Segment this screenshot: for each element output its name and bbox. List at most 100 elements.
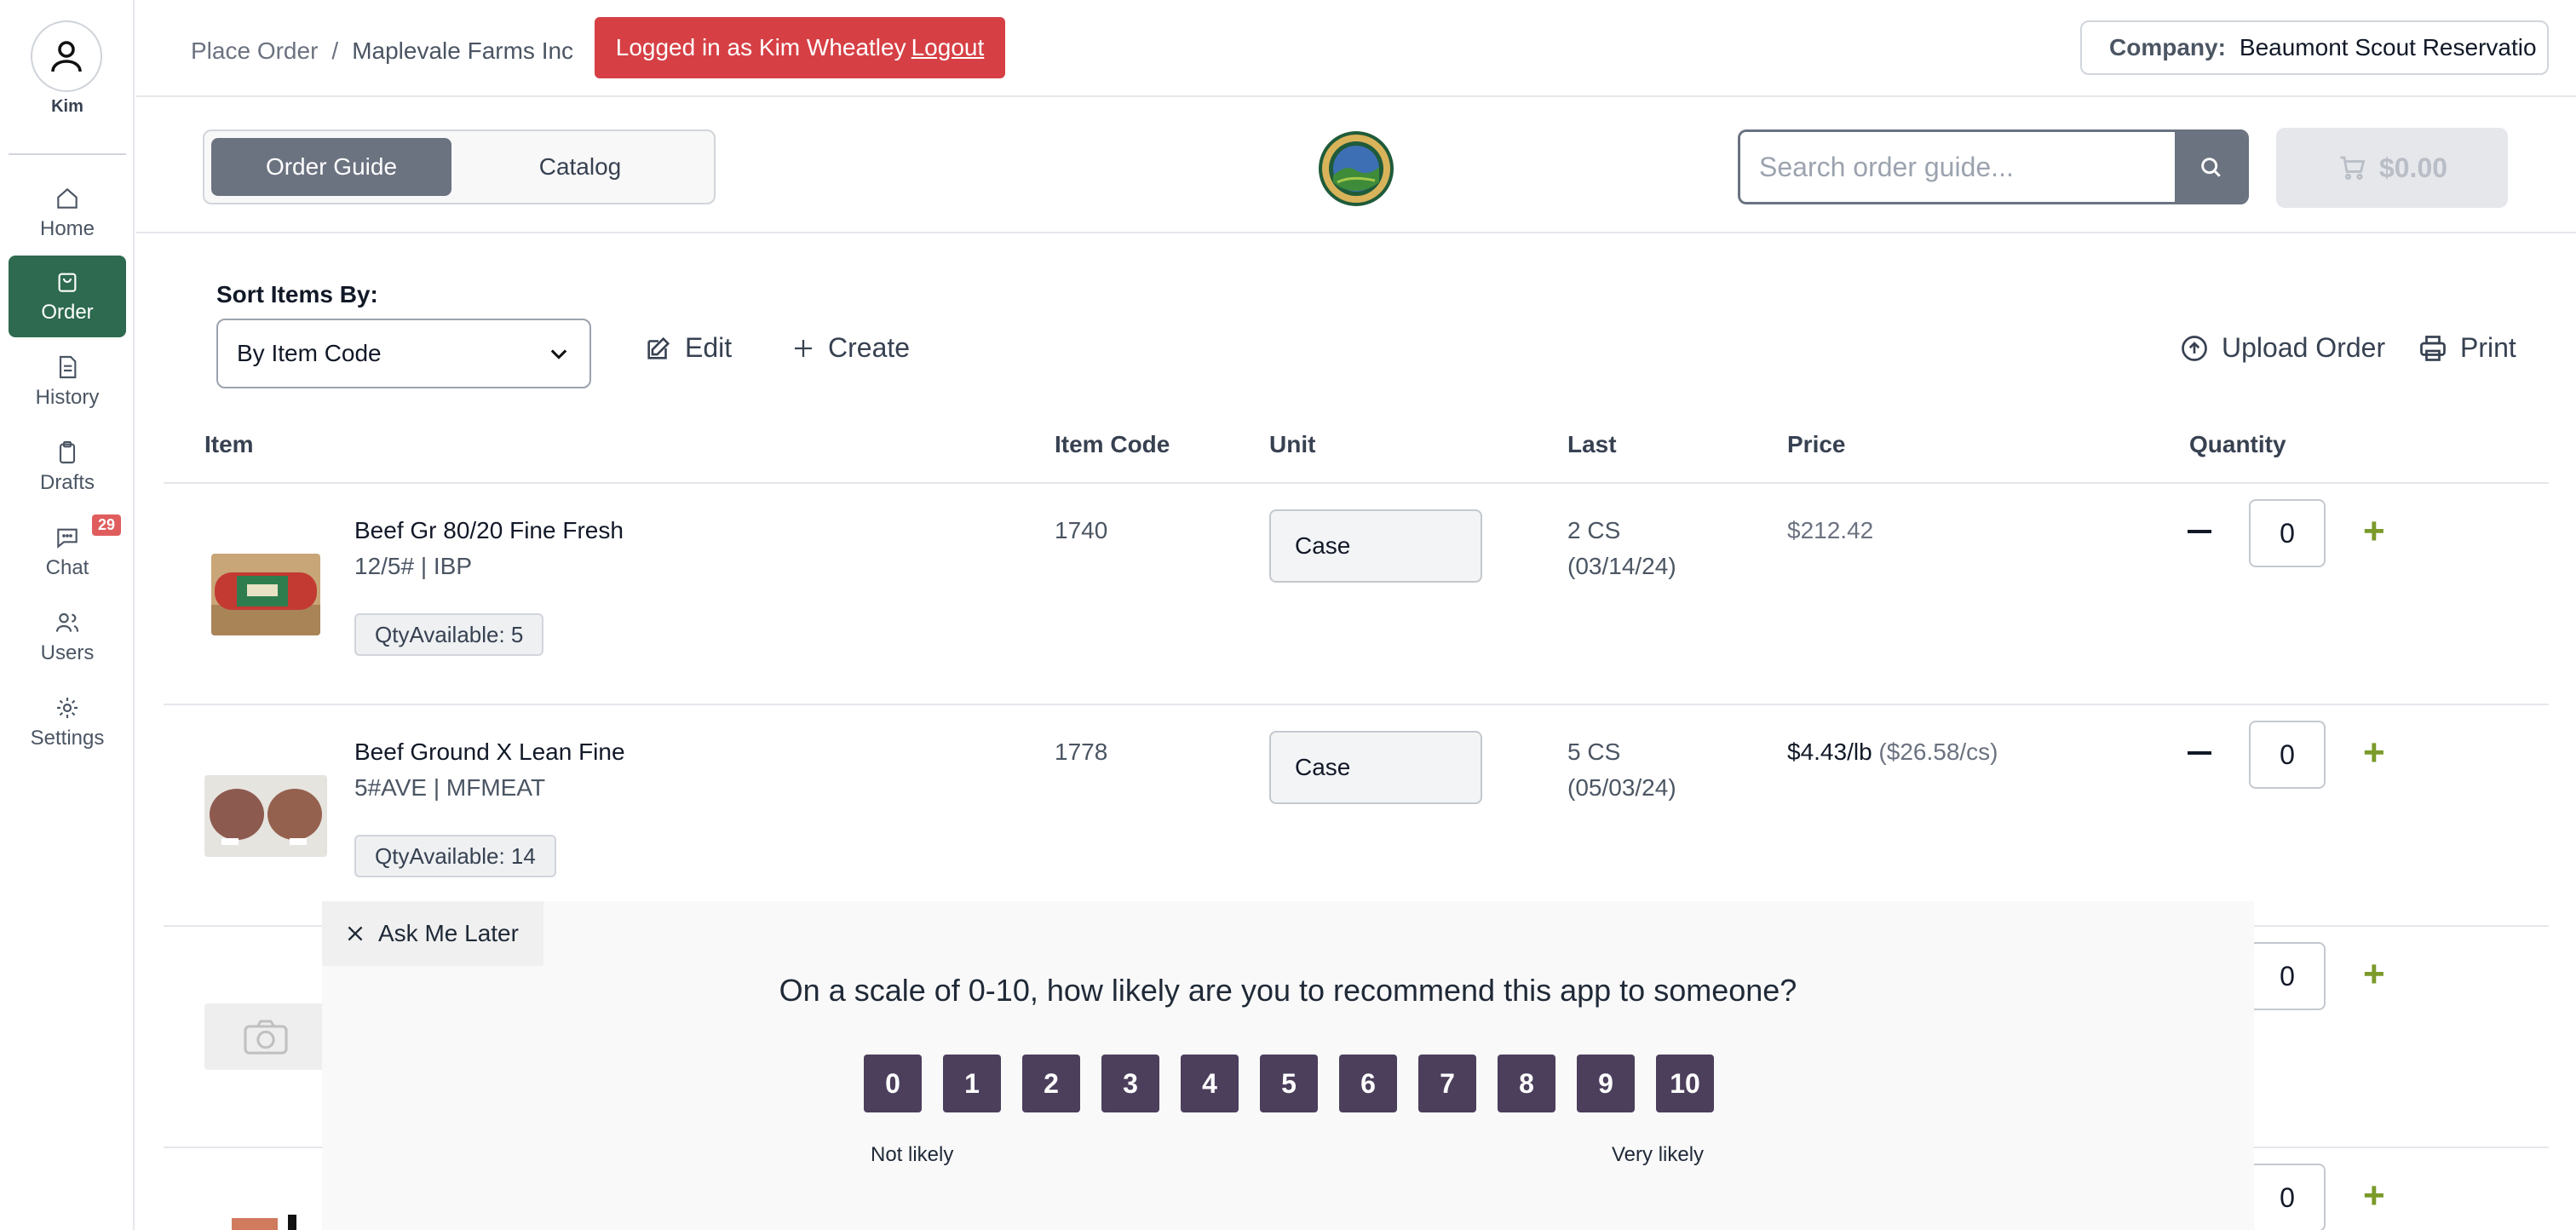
document-icon: [59, 355, 77, 379]
company-value: Beaumont Scout Reservatio: [2239, 34, 2537, 60]
score-button-4[interactable]: 4: [1181, 1055, 1239, 1112]
sidebar-item-label: Users: [40, 641, 95, 664]
search-input[interactable]: [1740, 132, 2175, 202]
sidebar-item-label: Order: [41, 301, 94, 324]
search-icon: [2201, 158, 2221, 177]
profile-name: Kim: [51, 97, 83, 116]
column-header-item: Item: [204, 431, 254, 457]
create-label: Create: [828, 332, 911, 363]
tab-order-guide[interactable]: Order Guide: [211, 138, 451, 196]
qty-available-badge: QtyAvailable: 5: [354, 613, 544, 656]
item-price: $212.42: [1787, 517, 1874, 543]
last-order-date: (03/14/24): [1567, 553, 1676, 579]
sidebar-item-chat[interactable]: Chat 29: [9, 511, 126, 593]
case-price: ($26.58/cs): [1878, 739, 1998, 765]
ask-me-later-button[interactable]: Ask Me Later: [322, 901, 543, 966]
column-header-item-code: Item Code: [1055, 431, 1170, 457]
item-code: 1778: [1055, 739, 1108, 765]
decrement-button[interactable]: [2188, 530, 2211, 533]
score-button-9[interactable]: 9: [1577, 1055, 1635, 1112]
score-button-3[interactable]: 3: [1101, 1055, 1159, 1112]
sidebar-item-drafts[interactable]: Drafts: [9, 426, 126, 508]
sidebar-item-users[interactable]: Users: [9, 596, 126, 678]
increment-button[interactable]: +: [2363, 1177, 2385, 1215]
breadcrumb-place-order[interactable]: Place Order: [191, 37, 318, 65]
sort-label: Sort Items By:: [216, 281, 378, 308]
score-button-7[interactable]: 7: [1418, 1055, 1476, 1112]
create-button[interactable]: Create: [791, 332, 910, 364]
print-button[interactable]: Print: [2418, 332, 2516, 364]
profile-avatar[interactable]: [31, 20, 102, 92]
sidebar-item-home[interactable]: Home: [9, 172, 126, 254]
placeholder-image[interactable]: [204, 1003, 327, 1070]
logout-link[interactable]: Logout: [911, 34, 985, 61]
upload-icon: [2182, 335, 2207, 361]
column-header-price: Price: [1787, 431, 1846, 457]
top-bar: Place Order / Maplevale Farms Inc Logged…: [136, 0, 2576, 97]
score-button-1[interactable]: 1: [943, 1055, 1001, 1112]
sidebar-item-label: Settings: [30, 727, 105, 750]
decrement-button[interactable]: [2188, 751, 2211, 755]
column-header-last: Last: [1567, 431, 1617, 457]
item-name[interactable]: Beef Ground X Lean Fine: [354, 734, 625, 770]
nps-survey-panel: Ask Me Later On a scale of 0-10, how lik…: [322, 901, 2254, 1230]
cart-icon: [2340, 156, 2366, 181]
quantity-input[interactable]: 0: [2249, 942, 2326, 1010]
company-selector[interactable]: Company: Beaumont Scout Reservatio: [2080, 20, 2549, 75]
item-name[interactable]: Beef Gr 80/20 Fine Fresh: [354, 513, 624, 549]
home-icon: [57, 187, 78, 209]
tab-catalog[interactable]: Catalog: [460, 138, 700, 196]
clipboard-icon: [59, 440, 76, 464]
cart-total: $0.00: [2378, 152, 2448, 183]
chat-unread-badge: 29: [92, 514, 122, 536]
sidebar-item-history[interactable]: History: [9, 341, 126, 422]
ask-me-later-label: Ask Me Later: [378, 920, 519, 946]
increment-button[interactable]: +: [2363, 734, 2385, 772]
last-order-qty: 2 CS: [1567, 517, 1621, 543]
score-button-6[interactable]: 6: [1339, 1055, 1397, 1112]
close-icon: [348, 926, 363, 941]
quantity-input[interactable]: 0: [2249, 721, 2326, 789]
survey-question: On a scale of 0-10, how likely are you t…: [779, 973, 1797, 1008]
company-label: Company:: [2109, 34, 2226, 60]
table-divider: [164, 482, 2549, 484]
edit-button[interactable]: Edit: [644, 332, 732, 364]
score-button-2[interactable]: 2: [1022, 1055, 1080, 1112]
breadcrumb-vendor: Maplevale Farms Inc: [352, 37, 574, 64]
upload-order-button[interactable]: Upload Order: [2179, 332, 2385, 364]
sidebar-item-settings[interactable]: Settings: [9, 681, 126, 763]
gear-icon: [57, 698, 78, 718]
score-button-0[interactable]: 0: [864, 1055, 922, 1112]
item-code: 1740: [1055, 517, 1108, 543]
score-button-8[interactable]: 8: [1498, 1055, 1555, 1112]
print-label: Print: [2460, 332, 2516, 363]
product-image[interactable]: [204, 775, 327, 857]
sub-header: Order Guide Catalog $0.00: [136, 97, 2576, 233]
chat-icon: [57, 528, 78, 549]
product-image[interactable]: [228, 1215, 305, 1230]
sidebar-item-order[interactable]: Order: [9, 256, 126, 337]
increment-button[interactable]: +: [2363, 513, 2385, 550]
unit-select[interactable]: Case: [1269, 731, 1482, 804]
search-bar: [1738, 129, 2249, 204]
product-image[interactable]: [211, 554, 320, 635]
last-order-date: (05/03/24): [1567, 774, 1676, 801]
unit-select[interactable]: Case: [1269, 509, 1482, 583]
score-button-5[interactable]: 5: [1260, 1055, 1318, 1112]
quantity-input[interactable]: 0: [2249, 1164, 2326, 1230]
printer-icon: [2420, 335, 2446, 361]
score-button-10[interactable]: 10: [1656, 1055, 1714, 1112]
search-button[interactable]: [2175, 132, 2246, 202]
sort-value: By Item Code: [237, 340, 382, 366]
plus-icon: [795, 339, 812, 357]
unit-price: $4.43/lb: [1787, 739, 1872, 765]
column-header-quantity: Quantity: [2189, 431, 2286, 457]
increment-button[interactable]: +: [2363, 956, 2385, 993]
quantity-input[interactable]: 0: [2249, 499, 2326, 567]
users-icon: [55, 612, 79, 632]
view-toggle: Order Guide Catalog: [203, 129, 716, 204]
sort-select[interactable]: By Item Code: [216, 319, 591, 388]
qty-available-badge: QtyAvailable: 14: [354, 835, 556, 877]
cart-button[interactable]: $0.00: [2276, 128, 2508, 208]
breadcrumb-separator: /: [331, 37, 339, 64]
